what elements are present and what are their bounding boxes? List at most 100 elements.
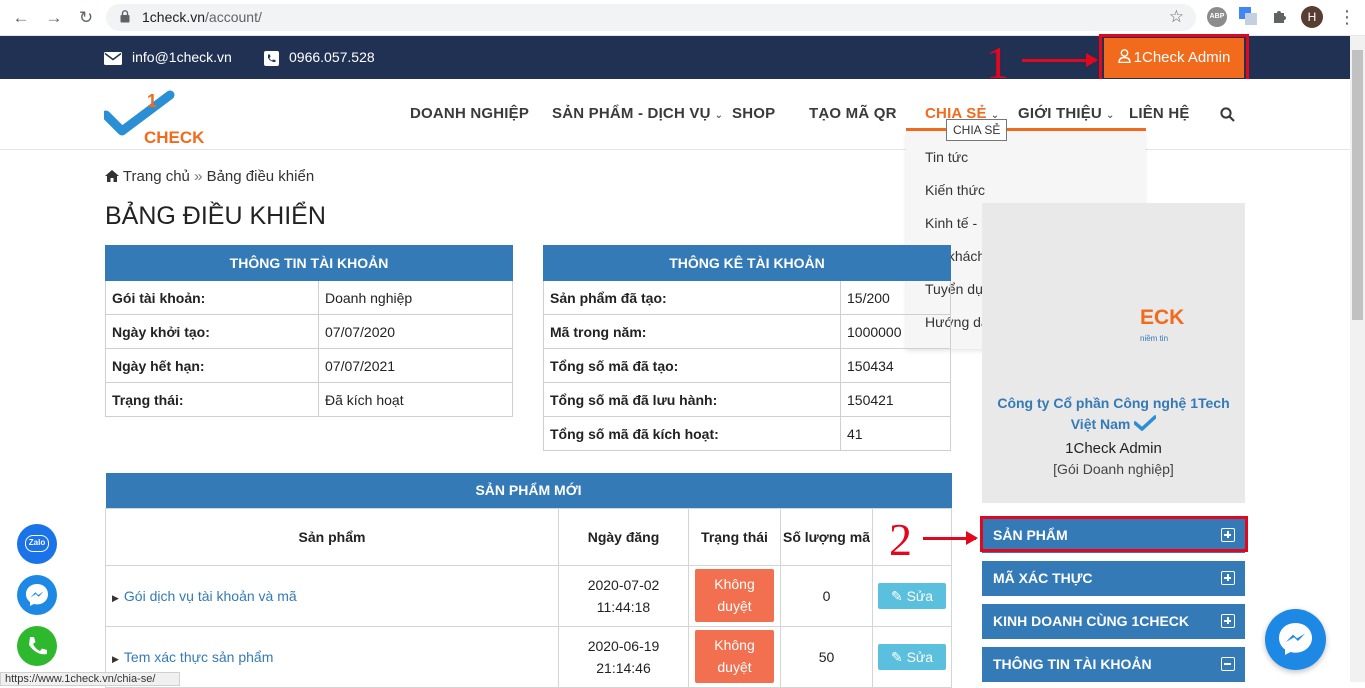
quantity-link[interactable]: 50: [780, 625, 873, 688]
table-row: Tổng số mã đã tạo: 150434: [543, 348, 951, 383]
plus-square-icon: [1221, 571, 1235, 585]
profile-admin-name: 1Check Admin: [1065, 440, 1162, 457]
messenger-icon: [26, 584, 48, 606]
adblock-extension-icon[interactable]: ABP: [1207, 7, 1227, 27]
plus-square-icon: [1221, 614, 1235, 628]
chevron-down-icon: ⌄: [1105, 110, 1115, 121]
profile-card: [982, 203, 1245, 503]
table-row: ▶ Gói dịch vụ tài khoản và mã 2020-07-02 1…: [105, 564, 952, 627]
table-row: Ngày hết hạn: 07/07/2021: [105, 348, 513, 383]
zalo-chat-button[interactable]: Zalo: [17, 524, 57, 564]
messenger-chat-button[interactable]: [17, 575, 57, 615]
table-row: Mã trong năm: 1000000: [543, 314, 951, 349]
table-row: ▶ Tem xác thực sản phẩm 2020-06-19 21:14:4…: [105, 625, 952, 688]
table-row: Sản phẩm đã tạo: 15/200: [543, 280, 951, 315]
account-info-title: THÔNG TIN TÀI KHOẢN: [105, 245, 513, 281]
scrollbar-thumb[interactable]: [1352, 50, 1363, 320]
breadcrumb-home[interactable]: Trang chủ: [123, 168, 190, 185]
annotation-number-2: 2: [889, 514, 912, 565]
breadcrumb-separator: »: [194, 168, 203, 185]
envelope-icon: [104, 51, 122, 65]
menu-lien-he[interactable]: LIÊN HỆ: [1129, 105, 1190, 122]
account-info-table: THÔNG TIN TÀI KHOẢN Gói tài khoản: Doanh …: [105, 245, 513, 417]
verified-check-icon: [1133, 415, 1158, 432]
sidebar-ma-xac-thuc-button[interactable]: MÃ XÁC THỰC: [982, 561, 1245, 596]
table-row: Ngày khởi tạo: 07/07/2020: [105, 314, 513, 349]
col-header-quantity: Số lượng mã: [780, 507, 873, 566]
company-name: Công ty Cổ phần Công nghệ 1Tech Việt Nam: [997, 395, 1230, 432]
page-title: BẢNG ĐIỀU KHIỂN: [105, 202, 326, 230]
profile-avatar[interactable]: H: [1301, 6, 1323, 28]
reload-icon[interactable]: ↻: [76, 8, 96, 28]
svg-text:1: 1: [147, 91, 157, 111]
table-row: Gói tài khoản: Doanh nghiệp: [105, 280, 513, 315]
breadcrumb-current: Bảng điều khiển: [206, 168, 315, 185]
email-contact[interactable]: info@1check.vn: [104, 49, 232, 65]
annotation-box-1: [1099, 34, 1249, 83]
quantity-link[interactable]: 0: [780, 564, 873, 627]
sidebar-kinh-doanh-button[interactable]: KINH DOANH CÙNG 1CHECK: [982, 604, 1245, 639]
profile-logo-text: ECK: [1140, 306, 1185, 329]
site-header: 1 CHECK DOANH NGHIỆP SẢN PHẨM - DỊCH VỤ ⌄…: [0, 79, 1350, 150]
pencil-icon: ✎: [890, 587, 903, 604]
forward-arrow-icon[interactable]: →: [44, 8, 64, 28]
chevron-down-icon: ⌄: [714, 110, 724, 121]
dropdown-item-tin-tuc[interactable]: Tin tức: [925, 149, 968, 165]
caret-right-icon: ▶: [112, 592, 119, 603]
menu-san-pham-dich-vu[interactable]: SẢN PHẨM - DỊCH VỤ ⌄: [552, 105, 723, 122]
account-stats-title: THÔNG KÊ TÀI KHOẢN: [543, 245, 951, 281]
messenger-floating-button[interactable]: [1265, 609, 1326, 670]
url-text: 1check.vn/account/: [142, 9, 262, 25]
breadcrumb: Trang chủ » Bảng điều khiển: [105, 168, 314, 185]
phone-call-button[interactable]: [17, 626, 57, 666]
messenger-icon: [1279, 623, 1312, 655]
bookmark-star-icon[interactable]: ☆: [1169, 7, 1184, 27]
browser-menu-icon[interactable]: ⋮: [1338, 6, 1356, 28]
puzzle-extensions-icon[interactable]: [1271, 8, 1287, 24]
annotation-box-2: [980, 516, 1248, 552]
menu-gioi-thieu[interactable]: GIỚI THIỆU ⌄: [1018, 105, 1115, 122]
profile-logo-subtitle: niềm tin: [1140, 334, 1169, 343]
table-row: Trạng thái: Đã kích hoạt: [105, 382, 513, 417]
product-link[interactable]: Tem xác thực sản phẩm: [124, 649, 273, 665]
minus-square-icon: [1221, 657, 1235, 671]
zalo-icon: Zalo: [25, 535, 49, 552]
sidebar-thong-tin-tai-khoan-button[interactable]: THÔNG TIN TÀI KHOẢN: [982, 647, 1245, 682]
new-products-title: SẢN PHẨM MỚI: [105, 473, 952, 508]
menu-tao-ma-qr[interactable]: TẠO MÃ QR: [809, 105, 897, 122]
col-header-product: Sản phẩm: [105, 507, 559, 566]
site-logo[interactable]: 1 CHECK: [104, 87, 214, 145]
caret-right-icon: ▶: [112, 653, 119, 664]
edit-button[interactable]: ✎ Sửa: [878, 643, 946, 670]
annotation-arrow-1: [1022, 53, 1098, 67]
phone-handset-icon: [29, 637, 47, 655]
table-row: Tổng số mã đã kích hoạt: 41: [543, 416, 951, 451]
profile-plan: [Gói Doanh nghiệp]: [1053, 461, 1174, 477]
pencil-icon: ✎: [890, 648, 903, 665]
back-arrow-icon[interactable]: ←: [11, 8, 31, 28]
menu-doanh-nghiep[interactable]: DOANH NGHIỆP: [410, 105, 529, 122]
lock-icon: [120, 10, 130, 23]
table-row: Tổng số mã đã lưu hành: 150421: [543, 382, 951, 417]
product-link[interactable]: Gói dịch vụ tài khoản và mã: [124, 588, 297, 604]
new-products-table: SẢN PHẨM MỚI Sản phẩm Ngày đăng Trạng th…: [105, 473, 952, 688]
status-url-bar: https://www.1check.vn/chia-se/: [0, 672, 180, 686]
status-badge: Không duyệt: [695, 569, 774, 622]
annotation-arrow-2: [923, 531, 978, 545]
col-header-date: Ngày đăng: [558, 507, 689, 566]
browser-toolbar: ← → ↻ 1check.vn/account/ ☆ ABP H ⋮: [0, 0, 1365, 36]
account-stats-table: THÔNG KÊ TÀI KHOẢN Sản phẩm đã tạo: 15/20…: [543, 245, 951, 451]
menu-shop[interactable]: SHOP: [732, 105, 775, 122]
phone-icon: [264, 50, 279, 66]
search-icon[interactable]: [1220, 107, 1235, 122]
home-icon: [105, 170, 119, 182]
phone-contact[interactable]: 0966.057.528: [264, 49, 375, 66]
menu-tooltip: CHIA SẺ: [946, 119, 1008, 141]
translate-extension-icon[interactable]: [1239, 7, 1257, 25]
edit-button[interactable]: ✎ Sửa: [878, 582, 946, 609]
dropdown-item-kien-thuc[interactable]: Kiến thức: [925, 182, 985, 198]
col-header-status: Trạng thái: [688, 507, 781, 566]
address-bar[interactable]: 1check.vn/account/ ☆: [106, 4, 1196, 31]
status-badge: Không duyệt: [695, 630, 774, 683]
svg-text:CHECK: CHECK: [144, 128, 205, 145]
